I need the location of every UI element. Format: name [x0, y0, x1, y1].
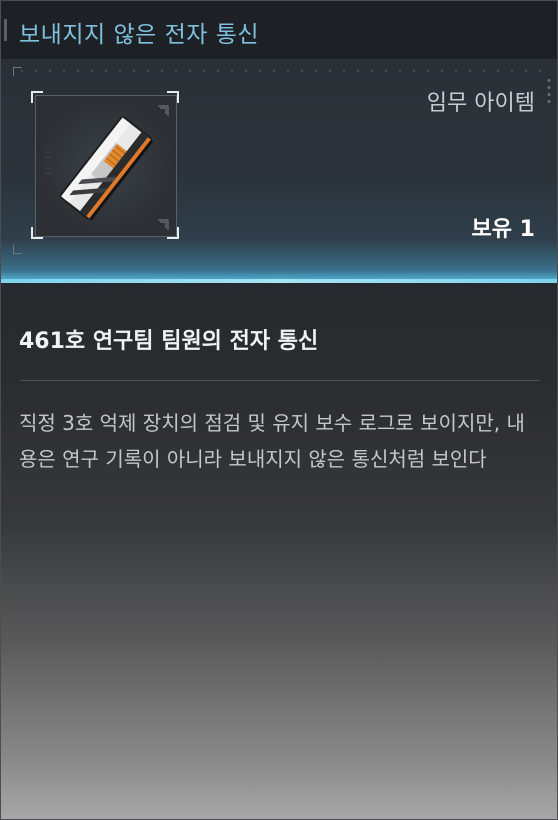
frame-corner	[31, 227, 43, 239]
electronic-device-card-icon	[59, 105, 169, 230]
item-type-label: 임무 아이템	[426, 91, 535, 116]
item-icon-background: ::::::	[35, 95, 177, 237]
corner-mark	[13, 245, 22, 254]
item-title: 보내지지 않은 전자 통신	[19, 22, 260, 48]
item-detail-panel: 보내지지 않은 전자 통신 :::::: 임무 아이템 보유 1 461호 연구…	[0, 0, 558, 820]
item-description: 직정 3호 억제 장치의 점검 및 유지 보수 로그로 보이지만, 내용은 연구…	[19, 411, 525, 471]
frame-corner	[167, 227, 179, 239]
frame-corner	[167, 91, 179, 103]
header-accent-line	[1, 279, 557, 283]
item-icon-frame[interactable]: ::::::	[31, 91, 179, 239]
divider	[19, 380, 541, 381]
item-name: 461호 연구팀 팀원의 전자 통신	[19, 329, 319, 354]
title-bar: 보내지지 않은 전자 통신	[1, 1, 557, 60]
header-dot-pattern	[15, 69, 545, 73]
more-dots-icon	[547, 77, 551, 105]
hold-count: 보유 1	[471, 217, 535, 242]
title-accent-bar	[4, 19, 7, 41]
frame-corner	[31, 91, 43, 103]
corner-mark	[13, 67, 22, 76]
